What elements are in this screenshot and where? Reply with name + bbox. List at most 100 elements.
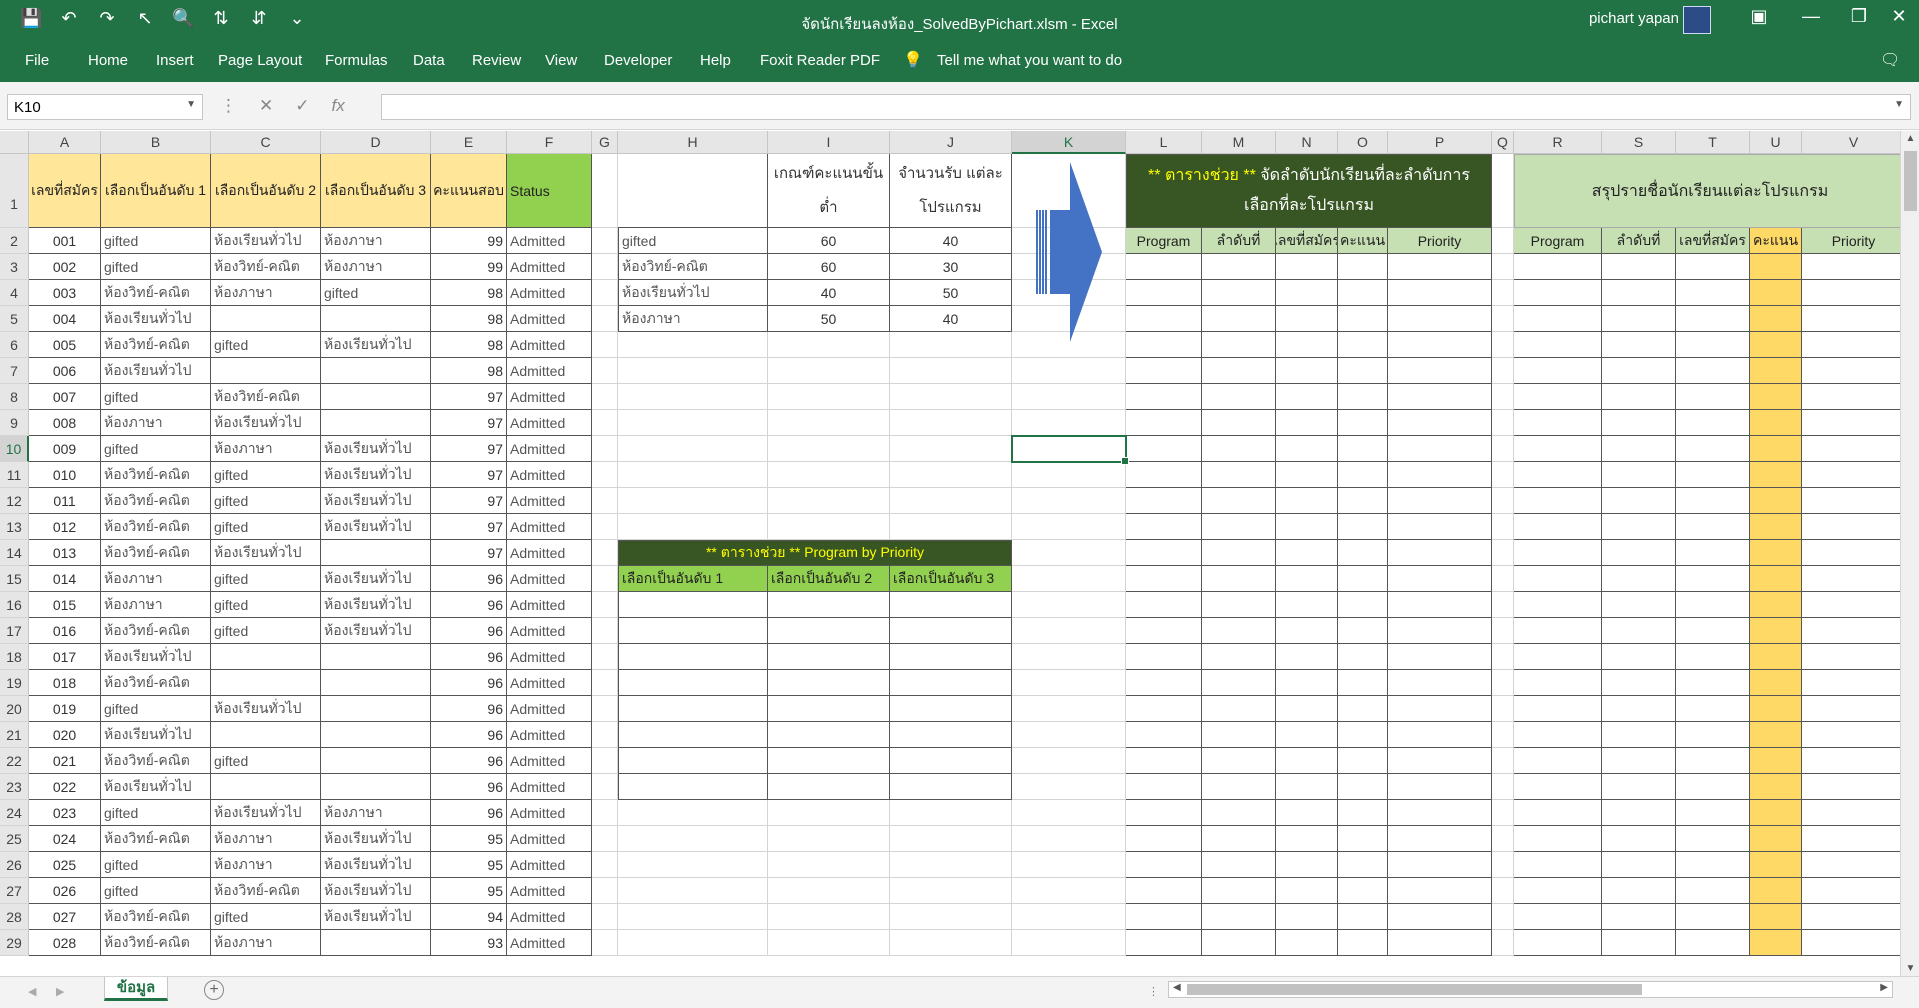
summary-cell[interactable]	[1514, 852, 1602, 878]
priority-cell[interactable]	[618, 644, 768, 670]
helper-cell[interactable]	[1202, 254, 1276, 280]
summary-cell[interactable]	[1802, 358, 1900, 384]
summary-cell[interactable]	[1602, 852, 1676, 878]
row-header-16[interactable]: 16	[0, 592, 29, 618]
priority-cell[interactable]	[890, 722, 1012, 748]
grid-cell[interactable]	[768, 904, 890, 930]
status-cell[interactable]: Admitted	[507, 306, 592, 332]
grid-cell[interactable]	[592, 306, 618, 332]
grid-cell[interactable]	[890, 384, 1012, 410]
summary-cell[interactable]	[1514, 306, 1602, 332]
table-cell[interactable]	[321, 748, 431, 774]
minimize-icon[interactable]: —	[1791, 6, 1831, 27]
row-header-3[interactable]: 3	[0, 254, 29, 280]
chevron-down-icon[interactable]: ▼	[186, 99, 196, 110]
helper-cell[interactable]	[1388, 332, 1492, 358]
grid-cell[interactable]	[592, 878, 618, 904]
summary-cell[interactable]	[1750, 592, 1802, 618]
helper-cell[interactable]	[1202, 696, 1276, 722]
summary-cell[interactable]	[1602, 280, 1676, 306]
grid-cell[interactable]	[768, 462, 890, 488]
summary-cell[interactable]	[1602, 592, 1676, 618]
helper-cell[interactable]	[1202, 436, 1276, 462]
grid-cell[interactable]	[1012, 852, 1126, 878]
table-cell[interactable]: 96	[431, 800, 507, 826]
criteria-cell[interactable]: ห้องวิทย์-คณิต	[618, 254, 768, 280]
row-header-24[interactable]: 24	[0, 800, 29, 826]
grid-cell[interactable]	[592, 800, 618, 826]
summary-cell[interactable]	[1514, 358, 1602, 384]
grid-cell[interactable]	[768, 488, 890, 514]
table-cell[interactable]: 96	[431, 592, 507, 618]
helper-cell[interactable]	[1388, 410, 1492, 436]
grid-cell[interactable]	[592, 462, 618, 488]
grid-cell[interactable]	[890, 488, 1012, 514]
column-header-b[interactable]: B	[101, 131, 211, 154]
formula-input[interactable]: ▼	[381, 94, 1911, 120]
summary-cell[interactable]	[1676, 410, 1750, 436]
summary-cell[interactable]	[1602, 306, 1676, 332]
helper-cell[interactable]	[1276, 566, 1338, 592]
table-cell[interactable]: gifted	[211, 332, 321, 358]
grid-cell[interactable]	[618, 852, 768, 878]
table-cell[interactable]: ห้องเรียนทั่วไป	[321, 592, 431, 618]
table-cell[interactable]: 021	[29, 748, 101, 774]
helper-cell[interactable]	[1276, 904, 1338, 930]
priority-cell[interactable]	[890, 748, 1012, 774]
row-header-11[interactable]: 11	[0, 462, 29, 488]
grid-cell[interactable]	[768, 436, 890, 462]
table-cell[interactable]: 98	[431, 280, 507, 306]
status-cell[interactable]: Admitted	[507, 826, 592, 852]
helper-cell[interactable]	[1202, 800, 1276, 826]
helper-cell[interactable]	[1126, 436, 1202, 462]
summary-cell[interactable]	[1750, 488, 1802, 514]
status-cell[interactable]: Admitted	[507, 696, 592, 722]
summary-cell[interactable]	[1750, 306, 1802, 332]
helper-cell[interactable]	[1388, 358, 1492, 384]
column-header-u[interactable]: U	[1750, 131, 1802, 154]
table-cell[interactable]	[321, 722, 431, 748]
summary-cell[interactable]	[1802, 748, 1900, 774]
summary-cell[interactable]	[1676, 566, 1750, 592]
grid-cell[interactable]	[1012, 696, 1126, 722]
grid-cell[interactable]	[618, 826, 768, 852]
column-header-f[interactable]: F	[507, 131, 592, 154]
grid-cell[interactable]	[890, 800, 1012, 826]
summary-cell[interactable]	[1514, 930, 1602, 956]
status-cell[interactable]: Admitted	[507, 722, 592, 748]
summary-cell[interactable]	[1514, 696, 1602, 722]
grid-cell[interactable]	[1492, 358, 1514, 384]
helper-cell[interactable]	[1126, 904, 1202, 930]
helper-cell[interactable]	[1276, 644, 1338, 670]
summary-cell[interactable]	[1514, 332, 1602, 358]
helper-cell[interactable]	[1388, 436, 1492, 462]
table-cell[interactable]: ห้องเรียนทั่วไป	[211, 800, 321, 826]
table-cell[interactable]: ห้องภาษา	[211, 930, 321, 956]
helper-cell[interactable]	[1388, 800, 1492, 826]
helper-cell[interactable]	[1276, 462, 1338, 488]
table-cell[interactable]: gifted	[211, 904, 321, 930]
grid-cell[interactable]	[890, 410, 1012, 436]
summary-cell[interactable]	[1514, 254, 1602, 280]
priority-cell[interactable]	[890, 644, 1012, 670]
helper-cell[interactable]	[1126, 696, 1202, 722]
table-cell[interactable]: 97	[431, 384, 507, 410]
helper-cell[interactable]	[1126, 930, 1202, 956]
summary-cell[interactable]	[1750, 852, 1802, 878]
table-cell[interactable]: ห้องเรียนทั่วไป	[321, 904, 431, 930]
grid-cell[interactable]	[592, 904, 618, 930]
helper-cell[interactable]	[1276, 774, 1338, 800]
row-header-20[interactable]: 20	[0, 696, 29, 722]
summary-cell[interactable]	[1676, 618, 1750, 644]
summary-cell[interactable]	[1514, 670, 1602, 696]
summary-cell[interactable]	[1802, 592, 1900, 618]
summary-cell[interactable]	[1602, 540, 1676, 566]
table-cell[interactable]: ห้องวิทย์-คณิต	[101, 904, 211, 930]
grid-cell[interactable]	[1492, 384, 1514, 410]
helper-cell[interactable]	[1126, 358, 1202, 384]
grid-cell[interactable]	[1492, 306, 1514, 332]
table-cell[interactable]: ห้องภาษา	[101, 410, 211, 436]
summary-cell[interactable]	[1676, 644, 1750, 670]
tab-insert[interactable]: Insert	[156, 52, 194, 69]
helper-cell[interactable]	[1388, 280, 1492, 306]
